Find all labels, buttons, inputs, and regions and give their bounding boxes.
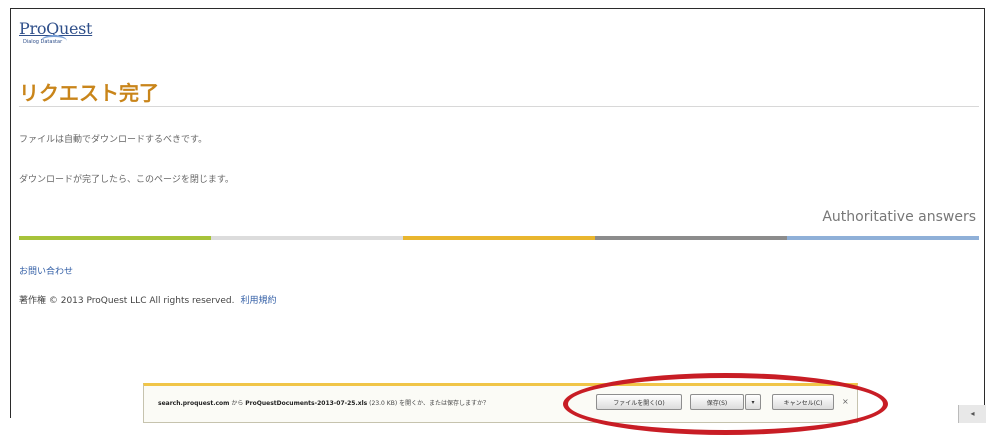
terms-link[interactable]: 利用規約 xyxy=(240,296,276,306)
color-bar-segment xyxy=(595,236,787,240)
color-bar-segment xyxy=(19,236,211,240)
close-icon[interactable]: × xyxy=(842,397,849,406)
download-notification-bar: search.proquest.com から ProQuestDocuments… xyxy=(143,383,858,423)
page-title: リクエスト完了 xyxy=(19,81,159,105)
color-bar-segment xyxy=(211,236,403,240)
download-site: search.proquest.com xyxy=(158,400,230,407)
color-bar-segment xyxy=(403,236,595,240)
copyright-line: 著作権 © 2013 ProQuest LLC All rights reser… xyxy=(19,293,276,306)
proquest-logo[interactable]: ProQuest Dialog Datastar xyxy=(19,19,139,53)
save-options-dropdown[interactable]: ▾ xyxy=(745,394,761,410)
copyright-text: 著作権 © 2013 ProQuest LLC All rights reser… xyxy=(19,296,235,306)
browser-content-frame: ProQuest Dialog Datastar リクエスト完了 ファイルは自動… xyxy=(10,8,985,418)
contact-link[interactable]: お問い合わせ xyxy=(19,264,73,277)
footer-color-bar xyxy=(19,236,979,240)
tagline: Authoritative answers xyxy=(822,209,976,225)
download-from: から xyxy=(231,400,244,407)
save-button[interactable]: 保存(S) xyxy=(690,394,744,410)
download-info: (23.0 KB) を開くか、または保存しますか？ xyxy=(369,400,489,407)
title-divider xyxy=(19,106,979,107)
auto-download-message: ファイルは自動でダウンロードするべきです。 xyxy=(19,135,208,145)
download-prompt-text: search.proquest.com から ProQuestDocuments… xyxy=(158,398,489,407)
scroll-arrow-icon[interactable]: ◂ xyxy=(958,405,986,423)
open-file-button[interactable]: ファイルを開く(O) xyxy=(596,394,682,410)
close-page-message: ダウンロードが完了したら、このページを閉じます。 xyxy=(19,175,234,185)
color-bar-segment xyxy=(787,236,979,240)
logo-subtext: Dialog Datastar xyxy=(23,39,63,45)
download-filename: ProQuestDocuments-2013-07-25.xls xyxy=(245,400,368,407)
cancel-button[interactable]: キャンセル(C) xyxy=(772,394,834,410)
